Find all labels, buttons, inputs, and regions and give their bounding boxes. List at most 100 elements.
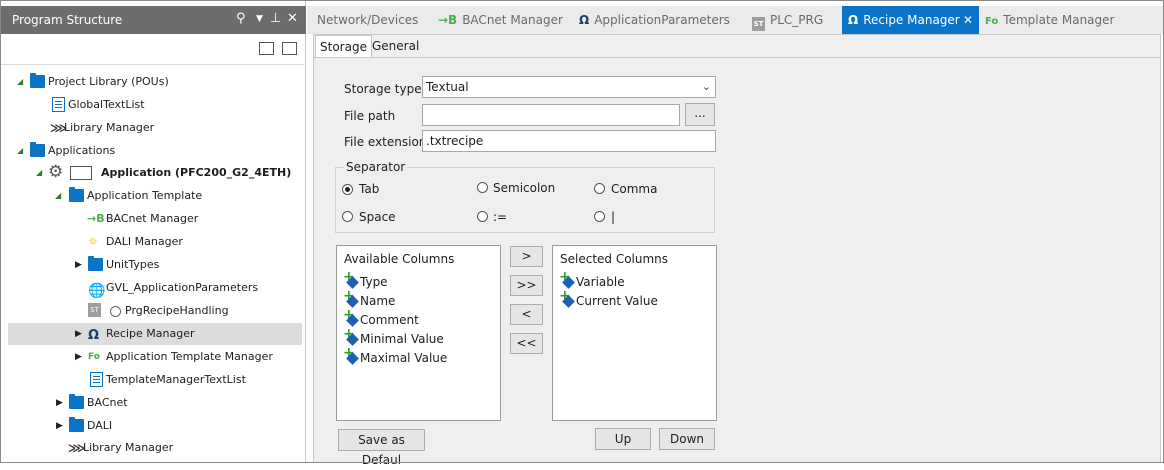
move-left-button[interactable]: < [510, 304, 543, 325]
tree-item-application-template-manager[interactable]: ▶ Fo Application Template Manager [8, 346, 302, 368]
tab-template-manager[interactable]: Fo Template Manager [985, 6, 1114, 34]
tab-applicationparameters[interactable]: Ω ApplicationParameters [579, 6, 730, 34]
tab-plc-prg[interactable]: ST PLC_PRG [752, 6, 823, 34]
tree-item-label: Project Library (POUs) [48, 75, 169, 88]
separator-label: Separator [344, 160, 408, 174]
expanded-arrow-icon[interactable]: ◢ [55, 185, 65, 207]
down-button[interactable]: Down [659, 428, 715, 450]
tab-label: Template Manager [1003, 13, 1115, 27]
storage-type-value: Textual [426, 80, 469, 94]
tree-item-bacnet[interactable]: ▶ BACnet [8, 392, 302, 414]
program-icon: ST [88, 303, 101, 317]
tree-item-label: Application Template Manager [106, 350, 273, 363]
move-all-left-button[interactable]: << [510, 333, 543, 354]
device-box-icon [70, 166, 92, 180]
tab-bacnet-manager[interactable]: →B BACnet Manager [438, 6, 563, 34]
collapsed-arrow-icon[interactable]: ▶ [75, 254, 85, 276]
variable-icon [343, 288, 358, 307]
save-as-default-button[interactable]: Save as Defaul [338, 429, 425, 467]
collapsed-arrow-icon[interactable]: ▶ [75, 323, 85, 345]
tree-item-label: Library Manager [83, 441, 174, 454]
up-button[interactable]: Up [595, 428, 651, 450]
tree-item-label: BACnet [87, 396, 128, 409]
available-column-item[interactable]: Minimal Value [343, 326, 444, 346]
list-item-label: Name [360, 294, 396, 308]
tree-item-unittypes[interactable]: ▶ UnitTypes [8, 254, 302, 276]
variable-icon [559, 269, 574, 288]
collapsed-arrow-icon[interactable]: ▶ [75, 346, 85, 368]
template-manager-icon: Fo [88, 352, 100, 362]
subtab-general[interactable]: General [368, 35, 423, 57]
search-icon[interactable]: ⚲ [236, 11, 246, 26]
bacnet-icon: →B [87, 212, 105, 225]
tree-item-project-library[interactable]: ◢ Project Library (POUs) [8, 71, 302, 93]
tree-item-library-manager[interactable]: ⋙ Library Manager [8, 117, 302, 139]
tree-item-label: TemplateManagerTextList [106, 373, 246, 386]
tree-item-applications[interactable]: ◢ Applications [8, 140, 302, 162]
file-extension-input[interactable]: .txtrecipe [422, 130, 716, 152]
separator-tab-radio[interactable] [342, 184, 353, 195]
subtab-storage[interactable]: Storage [315, 35, 372, 58]
collapsed-arrow-icon[interactable]: ▶ [56, 415, 66, 437]
selected-column-item[interactable]: Current Value [559, 288, 658, 308]
expanded-arrow-icon[interactable]: ◢ [36, 162, 46, 184]
tree-item-label: UnitTypes [106, 258, 160, 271]
available-column-item[interactable]: Type [343, 269, 388, 289]
tree-item-label: PrgRecipeHandling [125, 304, 229, 317]
separator-semicolon-radio[interactable] [477, 182, 488, 193]
expanded-arrow-icon[interactable]: ◢ [17, 71, 27, 93]
tree-item-application-pfc200[interactable]: ◢ ⚙ Application (PFC200_G2_4ETH) [8, 162, 302, 184]
collapse-all-icon[interactable] [279, 39, 297, 55]
file-path-input[interactable] [422, 104, 680, 126]
list-item-label: Comment [360, 313, 419, 327]
close-icon[interactable]: ✕ [287, 11, 298, 26]
tree-item-label: DALI Manager [106, 235, 183, 248]
text-list-icon [90, 372, 103, 387]
available-column-item[interactable]: Maximal Value [343, 345, 448, 365]
separator-comma-radio[interactable] [594, 183, 605, 194]
browse-button[interactable]: ... [685, 103, 715, 126]
tree-item-label: Applications [48, 144, 116, 157]
tree-item-label: Library Manager [64, 121, 155, 134]
separator-tab-label: Tab [359, 182, 380, 196]
file-path-label: File path [344, 109, 396, 123]
available-column-item[interactable]: Name [343, 288, 396, 308]
move-right-button[interactable]: > [510, 246, 543, 267]
separator-pipe-radio[interactable] [594, 211, 605, 222]
collapsed-arrow-icon[interactable]: ▶ [56, 392, 66, 414]
selected-columns-list[interactable] [552, 245, 717, 421]
panel-title: Program Structure [12, 13, 123, 27]
tree-item-prgrecipehandling[interactable]: ST PrgRecipeHandling [8, 300, 302, 322]
chevron-down-icon[interactable]: ▼ [256, 14, 263, 24]
pin-icon[interactable]: ⊥ [270, 11, 281, 26]
available-column-item[interactable]: Comment [343, 307, 419, 327]
tree-item-dali[interactable]: ▶ DALI [8, 415, 302, 437]
expand-all-icon[interactable] [256, 39, 274, 55]
tree-item-recipe-manager[interactable]: ▶ Ω Recipe Manager [8, 323, 302, 345]
tree-toolbar [0, 34, 306, 65]
storage-type-select[interactable]: Textual ⌄ [422, 76, 716, 98]
separator-assign-radio[interactable] [477, 211, 488, 222]
expanded-arrow-icon[interactable]: ◢ [17, 140, 27, 162]
tab-network-devices[interactable]: Network/Devices [317, 6, 418, 34]
tree-item-bacnet-manager[interactable]: →B BACnet Manager [8, 208, 302, 230]
close-icon[interactable]: ✕ [963, 6, 973, 34]
tree-item-globaltextlist[interactable]: GlobalTextList [8, 94, 302, 116]
separator-space-radio[interactable] [342, 211, 353, 222]
variable-icon [343, 326, 358, 345]
text-list-icon [52, 97, 65, 112]
tab-recipe-manager[interactable]: Ω Recipe Manager ✕ [842, 6, 979, 34]
status-circle-icon [110, 306, 121, 317]
selected-column-item[interactable]: Variable [559, 269, 625, 289]
tree-item-dali-manager[interactable]: ☼ DALI Manager [8, 231, 302, 253]
list-item-label: Current Value [576, 294, 658, 308]
move-all-right-button[interactable]: >> [510, 275, 543, 296]
dali-icon: ☼ [88, 235, 98, 248]
program-tree: ◢ Project Library (POUs) GlobalTextList … [0, 70, 306, 460]
tree-item-library-manager-2[interactable]: ⋙ Library Manager [8, 437, 302, 459]
tree-item-templatemanagertextlist[interactable]: TemplateManagerTextList [8, 369, 302, 391]
list-item-label: Maximal Value [360, 351, 448, 365]
tree-item-application-template[interactable]: ◢ Application Template [8, 185, 302, 207]
tree-item-gvl-applicationparameters[interactable]: 🌐 GVL_ApplicationParameters [8, 277, 302, 299]
tab-label: BACnet Manager [462, 13, 563, 27]
